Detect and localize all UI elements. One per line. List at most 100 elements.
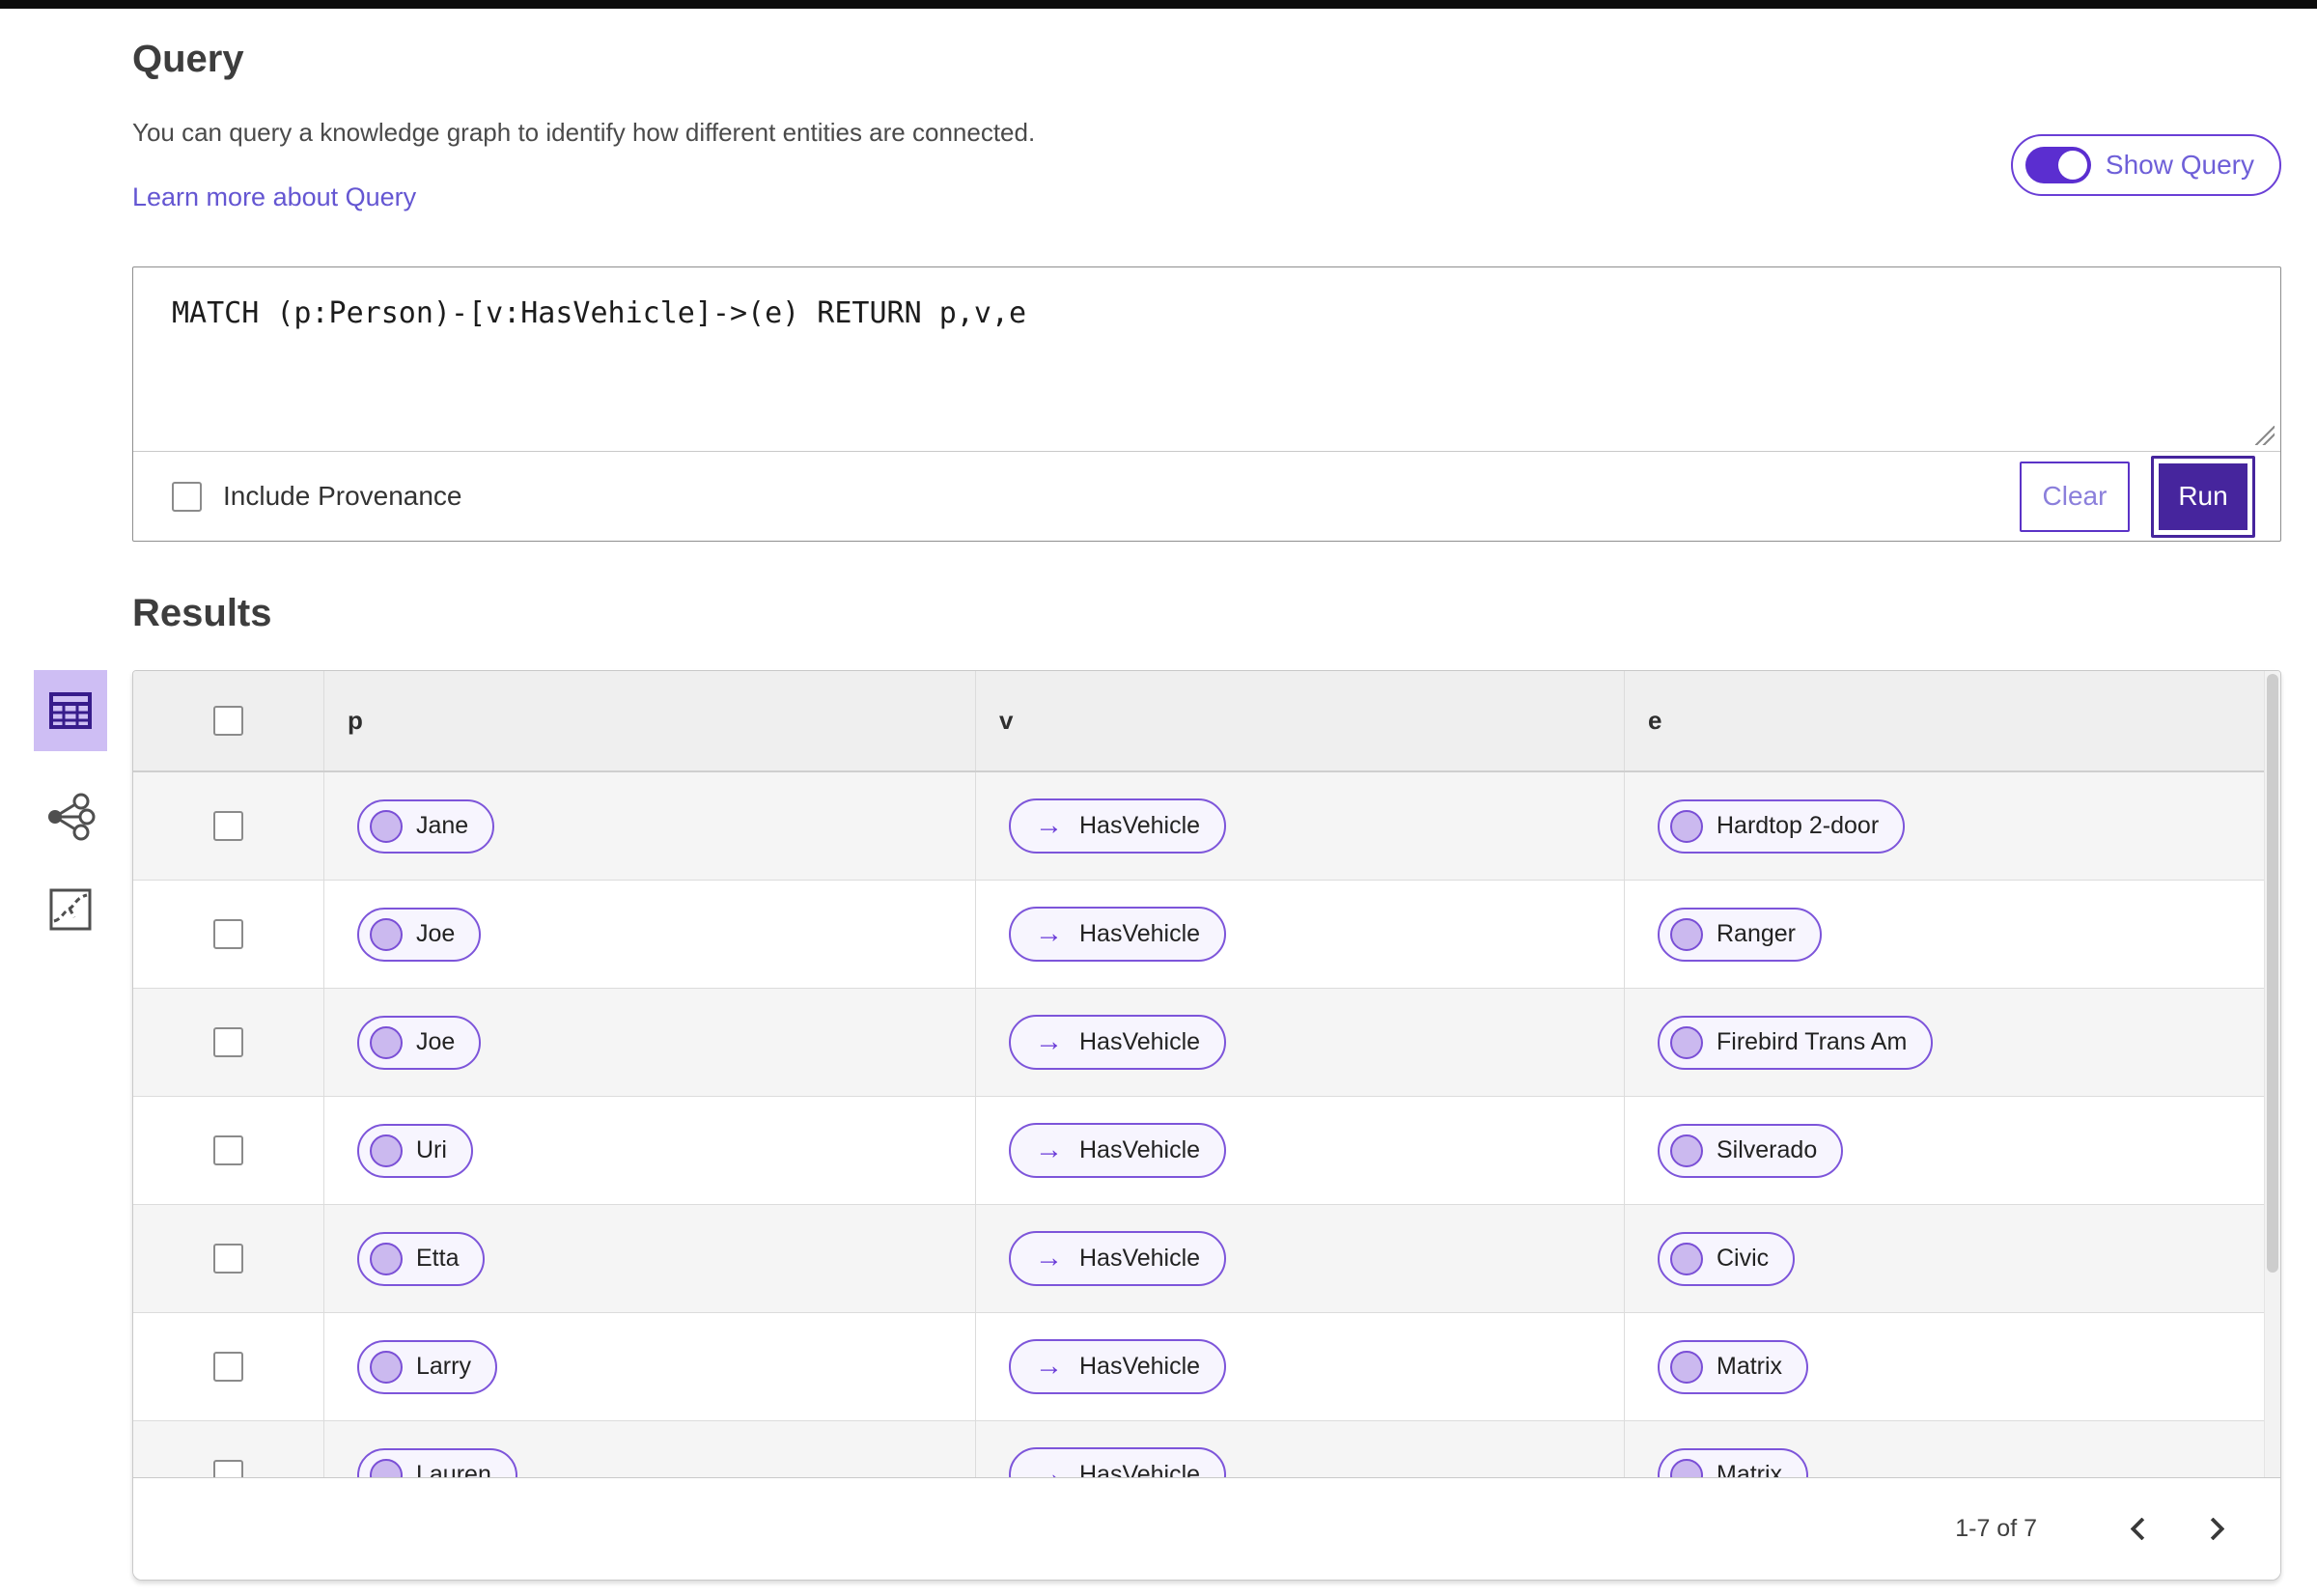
cell-e: Ranger xyxy=(1625,881,2280,988)
column-header-e: e xyxy=(1648,706,1662,735)
cell-e: Firebird Trans Am xyxy=(1625,989,2280,1096)
node-label: Matrix xyxy=(1717,1353,1783,1380)
node-label: Ranger xyxy=(1717,920,1796,947)
column-header-p: p xyxy=(324,671,976,770)
row-checkbox[interactable] xyxy=(213,1460,243,1477)
node-label: Silverado xyxy=(1717,1136,1818,1163)
map-view-icon xyxy=(49,888,92,931)
clear-button[interactable]: Clear xyxy=(2020,461,2130,532)
edge-pill-v[interactable]: → HasVehicle xyxy=(1009,1123,1227,1178)
include-provenance-checkbox[interactable] xyxy=(172,481,202,512)
row-checkbox[interactable] xyxy=(213,1135,243,1165)
node-pill-p[interactable]: Joe xyxy=(357,1015,482,1070)
cell-v: → HasVehicle xyxy=(976,1421,1625,1477)
node-pill-p[interactable]: Larry xyxy=(357,1339,497,1394)
edge-pill-v[interactable]: → HasVehicle xyxy=(1009,1339,1227,1394)
row-checkbox-cell xyxy=(133,1097,324,1204)
edge-label: HasVehicle xyxy=(1079,1245,1201,1272)
node-pill-e[interactable]: Ranger xyxy=(1658,907,1822,962)
scrollbar-thumb[interactable] xyxy=(2267,674,2278,1273)
run-button[interactable]: Run xyxy=(2151,455,2255,538)
graph-view-icon xyxy=(48,793,96,841)
top-border-bar xyxy=(0,0,2317,9)
select-all-checkbox[interactable] xyxy=(213,706,243,736)
edge-pill-v[interactable]: → HasVehicle xyxy=(1009,1447,1227,1477)
row-checkbox-cell xyxy=(133,1205,324,1312)
node-circle-icon xyxy=(1670,1242,1703,1275)
query-input[interactable]: MATCH (p:Person)-[v:HasVehicle]->(e) RET… xyxy=(133,267,2280,451)
pagination-prev-button[interactable] xyxy=(2112,1503,2164,1555)
row-checkbox[interactable] xyxy=(213,1244,243,1274)
view-toggle-table[interactable] xyxy=(34,670,107,751)
cell-v: → HasVehicle xyxy=(976,1313,1625,1420)
node-circle-icon xyxy=(1670,1458,1703,1477)
node-pill-e[interactable]: Silverado xyxy=(1658,1123,1844,1178)
table-row: Lauren → HasVehicle Matrix xyxy=(133,1421,2280,1477)
pagination-range-label: 1-7 of 7 xyxy=(1955,1515,2037,1542)
cell-p: Uri xyxy=(324,1097,976,1204)
node-circle-icon xyxy=(370,809,403,843)
resize-grip-icon[interactable] xyxy=(2255,426,2275,445)
node-circle-icon xyxy=(370,1025,403,1059)
intro-text-block: You can query a knowledge graph to ident… xyxy=(132,118,1035,212)
node-label: Etta xyxy=(416,1245,460,1272)
node-pill-p[interactable]: Joe xyxy=(357,907,482,962)
toggle-knob xyxy=(2057,151,2087,180)
node-circle-icon xyxy=(370,1458,403,1477)
toggle-switch-on[interactable] xyxy=(2024,147,2091,183)
results-section: p v e Jane → HasVehicle Hardtop 2-door J… xyxy=(34,670,2281,1581)
show-query-label: Show Query xyxy=(2105,150,2254,180)
edge-pill-v[interactable]: → HasVehicle xyxy=(1009,907,1227,962)
edge-pill-v[interactable]: → HasVehicle xyxy=(1009,1231,1227,1286)
node-circle-icon xyxy=(1670,1134,1703,1167)
query-editor-panel: MATCH (p:Person)-[v:HasVehicle]->(e) RET… xyxy=(132,266,2281,542)
cell-e: Civic xyxy=(1625,1205,2280,1312)
cell-v: → HasVehicle xyxy=(976,1205,1625,1312)
cell-v: → HasVehicle xyxy=(976,1097,1625,1204)
cell-p: Joe xyxy=(324,989,976,1096)
node-pill-p[interactable]: Uri xyxy=(357,1123,473,1178)
node-label: Matrix xyxy=(1717,1461,1783,1477)
page: Query You can query a knowledge graph to… xyxy=(0,9,2317,1581)
edge-label: HasVehicle xyxy=(1079,1136,1201,1163)
table-row: Uri → HasVehicle Silverado xyxy=(133,1097,2280,1205)
node-pill-e[interactable]: Matrix xyxy=(1658,1447,1809,1477)
node-pill-e[interactable]: Matrix xyxy=(1658,1339,1809,1394)
table-view-icon xyxy=(49,692,92,729)
page-title: Query xyxy=(132,38,244,80)
pagination-bar: 1-7 of 7 xyxy=(133,1477,2280,1580)
node-pill-e[interactable]: Hardtop 2-door xyxy=(1658,798,1906,854)
node-circle-icon xyxy=(1670,1025,1703,1059)
row-checkbox[interactable] xyxy=(213,811,243,841)
edge-label: HasVehicle xyxy=(1079,1353,1201,1380)
table-row: Joe → HasVehicle Firebird Trans Am xyxy=(133,989,2280,1097)
scrollbar-track[interactable] xyxy=(2264,671,2280,1477)
node-pill-e[interactable]: Firebird Trans Am xyxy=(1658,1015,1934,1070)
pagination-next-button[interactable] xyxy=(2190,1503,2242,1555)
learn-more-link[interactable]: Learn more about Query xyxy=(132,182,416,212)
show-query-toggle-button[interactable]: Show Query xyxy=(2010,134,2281,196)
node-circle-icon xyxy=(370,917,403,951)
node-pill-p[interactable]: Lauren xyxy=(357,1447,517,1477)
row-checkbox[interactable] xyxy=(213,1352,243,1382)
edge-label: HasVehicle xyxy=(1079,1028,1201,1055)
node-pill-p[interactable]: Jane xyxy=(357,798,495,854)
edge-pill-v[interactable]: → HasVehicle xyxy=(1009,1015,1227,1070)
cell-p: Joe xyxy=(324,881,976,988)
node-pill-p[interactable]: Etta xyxy=(357,1231,486,1286)
view-toggle-map[interactable] xyxy=(34,882,107,937)
cell-e: Matrix xyxy=(1625,1421,2280,1477)
edge-label: HasVehicle xyxy=(1079,1461,1201,1477)
row-checkbox-cell xyxy=(133,989,324,1096)
edge-pill-v[interactable]: → HasVehicle xyxy=(1009,798,1227,854)
table-body: Jane → HasVehicle Hardtop 2-door Joe → H… xyxy=(133,772,2280,1477)
cell-p: Etta xyxy=(324,1205,976,1312)
row-checkbox[interactable] xyxy=(213,919,243,949)
query-editor-area: MATCH (p:Person)-[v:HasVehicle]->(e) RET… xyxy=(133,267,2280,452)
row-checkbox[interactable] xyxy=(213,1027,243,1057)
node-pill-e[interactable]: Civic xyxy=(1658,1231,1796,1286)
results-table-scroll[interactable]: p v e Jane → HasVehicle Hardtop 2-door J… xyxy=(133,671,2280,1477)
include-provenance-option[interactable]: Include Provenance xyxy=(172,481,462,512)
view-toggle-graph[interactable] xyxy=(34,790,107,844)
cell-p: Larry xyxy=(324,1313,976,1420)
